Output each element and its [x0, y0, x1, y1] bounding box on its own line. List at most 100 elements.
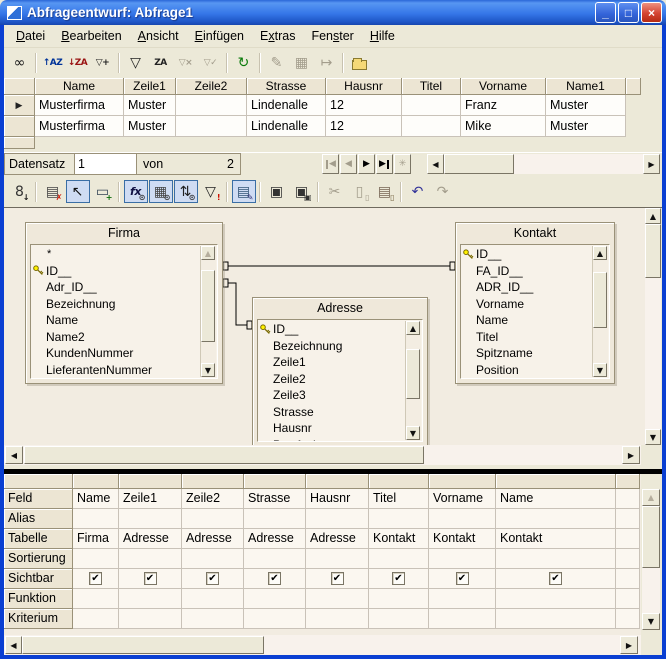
- delete-row-button[interactable]: ▤✗: [41, 180, 65, 203]
- query-grid-cell[interactable]: ✔: [73, 569, 119, 589]
- query-grid-cell[interactable]: [182, 589, 244, 609]
- datasheet-cell[interactable]: Lindenalle: [247, 95, 326, 116]
- query-grid-cell[interactable]: Firma: [73, 529, 119, 549]
- refresh-data-button[interactable]: ↻: [232, 52, 256, 75]
- design-hscrollbar[interactable]: ◀ ▶: [4, 445, 641, 465]
- table-title[interactable]: Adresse: [253, 298, 427, 318]
- query-grid-cell[interactable]: ✔: [496, 569, 616, 589]
- open-query-button[interactable]: [348, 52, 372, 75]
- datasheet-cell[interactable]: [176, 95, 247, 116]
- sichtbar-checkbox[interactable]: ✔: [89, 572, 102, 585]
- query-grid-cell[interactable]: [119, 509, 182, 529]
- query-grid-cell[interactable]: [306, 589, 369, 609]
- datasheet-cell[interactable]: Franz: [461, 95, 546, 116]
- find-button[interactable]: ∞: [8, 52, 32, 75]
- sort-ascending-button[interactable]: ↑AZ: [41, 52, 65, 75]
- query-grid-cell[interactable]: Adresse: [182, 529, 244, 549]
- titlebar[interactable]: Abfrageentwurf: Abfrage1 _ □ ×: [0, 0, 666, 25]
- field-list-scrollbar[interactable]: ▲ ▼: [592, 246, 608, 377]
- show-criteria-button[interactable]: ▽!: [199, 180, 223, 203]
- save-button[interactable]: ▣: [265, 180, 289, 203]
- field-item-bezeichnung[interactable]: Bezeichnung: [33, 296, 197, 313]
- query-grid-cell[interactable]: ✔: [429, 569, 496, 589]
- field-item-id[interactable]: ID__: [260, 321, 402, 338]
- database-insert-button[interactable]: 8↓: [8, 180, 32, 203]
- field-list-scrollbar[interactable]: ▲ ▼: [405, 321, 421, 440]
- query-grid-cell[interactable]: Kontakt: [429, 529, 496, 549]
- query-grid-cell[interactable]: ✔: [119, 569, 182, 589]
- scroll-up-button[interactable]: ▲: [642, 489, 660, 506]
- save-record-button[interactable]: ▦: [290, 52, 314, 75]
- close-button[interactable]: ×: [641, 2, 662, 23]
- datasheet-cell[interactable]: [402, 95, 461, 116]
- query-grid-cell[interactable]: [496, 609, 616, 629]
- query-grid-hscrollbar[interactable]: ◀ ▶: [4, 635, 641, 655]
- show-sort-button[interactable]: ⇅⊙: [174, 180, 198, 203]
- scroll-left-button[interactable]: ◀: [5, 636, 22, 654]
- query-grid-cell[interactable]: [306, 509, 369, 529]
- field-item-name2[interactable]: Name2: [33, 329, 197, 346]
- goto-record-button[interactable]: ↦: [315, 52, 339, 75]
- cut-button[interactable]: ✂: [323, 180, 347, 203]
- field-item-name[interactable]: Name: [463, 312, 589, 329]
- query-grid-cell[interactable]: Zeile1: [119, 489, 182, 509]
- sichtbar-checkbox[interactable]: ✔: [206, 572, 219, 585]
- sort-za-button[interactable]: ZA: [149, 52, 173, 75]
- filter-remove-button[interactable]: ▽×: [174, 52, 198, 75]
- scroll-up-button[interactable]: ▲: [593, 246, 607, 260]
- field-item-position[interactable]: Position: [463, 362, 589, 379]
- datasheet-cell[interactable]: 12: [326, 95, 402, 116]
- query-grid-cell[interactable]: Name: [496, 489, 616, 509]
- query-grid-cell[interactable]: [306, 609, 369, 629]
- field-item-adrid[interactable]: Adr_ID__: [33, 279, 197, 296]
- query-grid-cell[interactable]: [119, 589, 182, 609]
- menu-item-einfgen[interactable]: Einfügen: [187, 27, 252, 45]
- query-grid-cell[interactable]: [244, 609, 306, 629]
- menu-item-ansicht[interactable]: Ansicht: [130, 27, 187, 45]
- query-grid-cell[interactable]: [73, 589, 119, 609]
- properties-button[interactable]: ▤✎: [232, 180, 256, 203]
- record-number-input[interactable]: [74, 153, 137, 175]
- datasheet-cell[interactable]: Lindenalle: [247, 116, 326, 137]
- scroll-left-button[interactable]: ◀: [5, 446, 23, 464]
- table-title[interactable]: Kontakt: [456, 223, 614, 243]
- field-item-zeile2[interactable]: Zeile2: [260, 371, 402, 388]
- query-grid-cell[interactable]: [182, 509, 244, 529]
- scroll-up-button[interactable]: ▲: [645, 208, 661, 224]
- query-grid-cell[interactable]: [182, 549, 244, 569]
- query-grid-cell[interactable]: [244, 589, 306, 609]
- table-box-adresse[interactable]: Adresse ID__BezeichnungZeile1Zeile2Zeile…: [252, 297, 428, 445]
- datasheet-cell[interactable]: [176, 116, 247, 137]
- query-grid-cell[interactable]: Zeile2: [182, 489, 244, 509]
- field-item-id[interactable]: ID__: [463, 246, 589, 263]
- filter-add-button[interactable]: ▽+: [91, 52, 115, 75]
- first-record-button[interactable]: ◀: [322, 154, 339, 174]
- scroll-down-button[interactable]: ▼: [645, 429, 661, 445]
- field-item-*[interactable]: *: [33, 246, 197, 263]
- table-box-firma[interactable]: Firma *ID__Adr_ID__BezeichnungNameName2K…: [25, 222, 223, 384]
- query-grid-cell[interactable]: Adresse: [306, 529, 369, 549]
- scroll-up-button[interactable]: ▲: [406, 321, 420, 335]
- column-header-name[interactable]: Name: [35, 78, 124, 95]
- query-grid-cell[interactable]: [369, 549, 429, 569]
- scroll-thumb[interactable]: [593, 272, 607, 328]
- field-item-zeile1[interactable]: Zeile1: [260, 354, 402, 371]
- menu-item-datei[interactable]: Datei: [8, 27, 53, 45]
- maximize-button[interactable]: □: [618, 2, 639, 23]
- field-item-spitzname[interactable]: Spitzname: [463, 345, 589, 362]
- scroll-down-button[interactable]: ▼: [593, 363, 607, 377]
- scroll-up-button[interactable]: ▲: [201, 246, 215, 260]
- query-grid-cell[interactable]: Kontakt: [496, 529, 616, 549]
- column-header-hausnr[interactable]: Hausnr: [326, 78, 402, 95]
- scroll-left-button[interactable]: ◀: [427, 154, 444, 174]
- record-scrollbar[interactable]: ◀ ▶: [427, 154, 660, 174]
- field-item-id[interactable]: ID__: [33, 263, 197, 280]
- field-list-scrollbar[interactable]: ▲ ▼: [200, 246, 216, 377]
- minimize-button[interactable]: _: [595, 2, 616, 23]
- filter-button[interactable]: ▽: [124, 52, 148, 75]
- query-grid-vscrollbar[interactable]: ▲ ▼: [642, 489, 660, 630]
- query-grid-cell[interactable]: [244, 549, 306, 569]
- scroll-down-button[interactable]: ▼: [406, 426, 420, 440]
- field-item-vorname[interactable]: Vorname: [463, 296, 589, 313]
- datasheet-cell[interactable]: Musterfirma: [35, 95, 124, 116]
